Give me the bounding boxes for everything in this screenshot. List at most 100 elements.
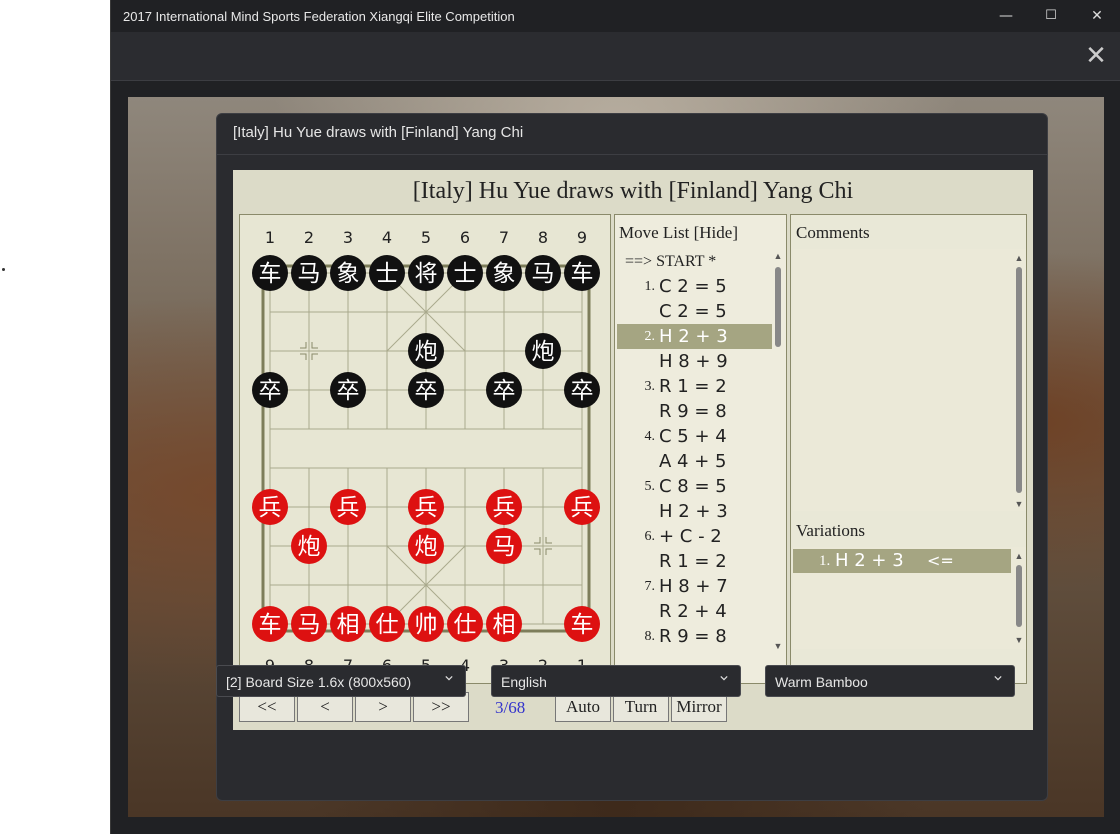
move-list-header[interactable]: Move List [Hide] [619, 223, 738, 243]
red-piece[interactable]: 兵 [330, 489, 366, 525]
black-piece[interactable]: 卒 [252, 372, 288, 408]
scroll-thumb[interactable] [1016, 565, 1022, 627]
board-size-dropdown[interactable]: [2] Board Size 1.6x (800x560) [216, 665, 466, 697]
move-list-item[interactable]: C 2 = 5 [617, 299, 772, 324]
move-list-item[interactable]: 7. H 8 + 7 [617, 574, 772, 599]
svg-text:士: 士 [454, 261, 477, 287]
move-notation: C 2 = 5 [659, 301, 727, 322]
svg-text:炮: 炮 [298, 534, 321, 560]
window-close-button[interactable]: ✕ [1074, 0, 1120, 32]
black-piece[interactable]: 卒 [408, 372, 444, 408]
svg-text:象: 象 [337, 261, 360, 287]
move-list-panel: Move List [Hide] ==> START * 1. C 2 = 5C 2… [614, 214, 787, 684]
black-piece[interactable]: 车 [564, 255, 600, 291]
black-piece[interactable]: 士 [369, 255, 405, 291]
move-list-item[interactable]: 2. H 2 + 3 [617, 324, 772, 349]
move-notation: H 8 + 9 [659, 351, 728, 372]
move-list-scrollbar[interactable]: ▲ ▼ [773, 251, 783, 651]
red-piece[interactable]: 炮 [408, 528, 444, 564]
red-piece[interactable]: 车 [564, 606, 600, 642]
move-list-item[interactable]: A 4 + 5 [617, 449, 772, 474]
scroll-up-icon[interactable]: ▲ [1014, 551, 1024, 561]
red-piece[interactable]: 相 [330, 606, 366, 642]
move-list-item[interactable]: H 8 + 9 [617, 349, 772, 374]
black-piece[interactable]: 车 [252, 255, 288, 291]
top-file-label: 3 [343, 228, 353, 247]
move-list-item[interactable]: H 2 + 3 [617, 499, 772, 524]
black-piece[interactable]: 象 [330, 255, 366, 291]
move-list-item[interactable]: 4. C 5 + 4 [617, 424, 772, 449]
svg-text:马: 马 [298, 612, 321, 638]
variation-item[interactable]: 1. H 2 + 3 <= [793, 549, 1011, 573]
svg-text:卒: 卒 [415, 378, 438, 404]
top-file-label: 8 [538, 228, 548, 247]
move-notation: A 4 + 5 [659, 451, 727, 472]
red-piece[interactable]: 马 [486, 528, 522, 564]
red-piece[interactable]: 兵 [564, 489, 600, 525]
svg-text:将: 将 [415, 261, 438, 287]
scroll-down-icon[interactable]: ▼ [1014, 635, 1024, 645]
black-piece[interactable]: 卒 [564, 372, 600, 408]
svg-text:车: 车 [259, 612, 282, 638]
red-piece[interactable]: 帅 [408, 606, 444, 642]
red-piece[interactable]: 仕 [369, 606, 405, 642]
minimize-button[interactable]: — [983, 0, 1029, 32]
scroll-down-icon[interactable]: ▼ [1014, 499, 1024, 509]
scroll-down-icon[interactable]: ▼ [773, 641, 783, 651]
move-list-item[interactable]: 1. C 2 = 5 [617, 274, 772, 299]
black-piece[interactable]: 卒 [486, 372, 522, 408]
red-piece[interactable]: 兵 [252, 489, 288, 525]
variations-header: Variations [796, 521, 865, 540]
position-marker [300, 353, 307, 360]
scroll-thumb[interactable] [775, 267, 781, 347]
move-notation: + C - 2 [659, 526, 722, 547]
maximize-button[interactable]: ☐ [1028, 0, 1074, 32]
comments-box[interactable]: ▲ ▼ [793, 249, 1026, 511]
position-marker [311, 342, 318, 349]
theme-dropdown[interactable]: Warm Bamboo [765, 665, 1015, 697]
red-piece[interactable]: 兵 [486, 489, 522, 525]
comments-scrollbar[interactable]: ▲ ▼ [1014, 253, 1024, 509]
move-list-item[interactable]: ==> START * [617, 249, 772, 274]
black-piece[interactable]: 炮 [408, 333, 444, 369]
red-piece[interactable]: 炮 [291, 528, 327, 564]
variations-box: 1. H 2 + 3 <= ▲ ▼ [793, 547, 1026, 649]
move-list-item[interactable]: R 2 + 4 [617, 599, 772, 624]
xiangqi-board[interactable]: 123456789987654321车马象士将士象马车炮炮卒卒卒卒卒兵兵兵兵兵炮… [239, 214, 611, 684]
svg-text:车: 车 [571, 612, 594, 638]
scroll-thumb[interactable] [1016, 267, 1022, 493]
move-list-item[interactable]: 5. C 8 = 5 [617, 474, 772, 499]
red-piece[interactable]: 车 [252, 606, 288, 642]
black-piece[interactable]: 马 [291, 255, 327, 291]
move-list-item[interactable]: R 1 = 2 [617, 549, 772, 574]
move-list-item[interactable]: 6. + C - 2 [617, 524, 772, 549]
scroll-up-icon[interactable]: ▲ [773, 251, 783, 261]
svg-text:炮: 炮 [415, 534, 438, 560]
svg-text:卒: 卒 [259, 378, 282, 404]
game-dialog: [Italy] Hu Yue draws with [Finland] Yang… [216, 113, 1048, 801]
svg-text:卒: 卒 [337, 378, 360, 404]
black-piece[interactable]: 象 [486, 255, 522, 291]
black-piece[interactable]: 士 [447, 255, 483, 291]
variation-move: H 2 + 3 [835, 550, 904, 571]
svg-text:兵: 兵 [493, 495, 516, 521]
scroll-up-icon[interactable]: ▲ [1014, 253, 1024, 263]
black-piece[interactable]: 将 [408, 255, 444, 291]
position-marker [545, 537, 552, 544]
black-piece[interactable]: 马 [525, 255, 561, 291]
red-piece[interactable]: 仕 [447, 606, 483, 642]
move-list-item[interactable]: R 9 = 8 [617, 399, 772, 424]
black-piece[interactable]: 炮 [525, 333, 561, 369]
red-piece[interactable]: 相 [486, 606, 522, 642]
close-icon[interactable]: ✕ [1082, 42, 1110, 70]
red-piece[interactable]: 兵 [408, 489, 444, 525]
move-list-item[interactable]: 8. R 9 = 8 [617, 624, 772, 649]
board-svg[interactable]: 123456789987654321车马象士将士象马车炮炮卒卒卒卒卒兵兵兵兵兵炮… [240, 215, 612, 685]
move-number: 3. [644, 379, 656, 394]
position-marker [311, 353, 318, 360]
move-list-item[interactable]: 3. R 1 = 2 [617, 374, 772, 399]
variations-scrollbar[interactable]: ▲ ▼ [1014, 551, 1024, 645]
red-piece[interactable]: 马 [291, 606, 327, 642]
language-dropdown[interactable]: English [491, 665, 741, 697]
black-piece[interactable]: 卒 [330, 372, 366, 408]
